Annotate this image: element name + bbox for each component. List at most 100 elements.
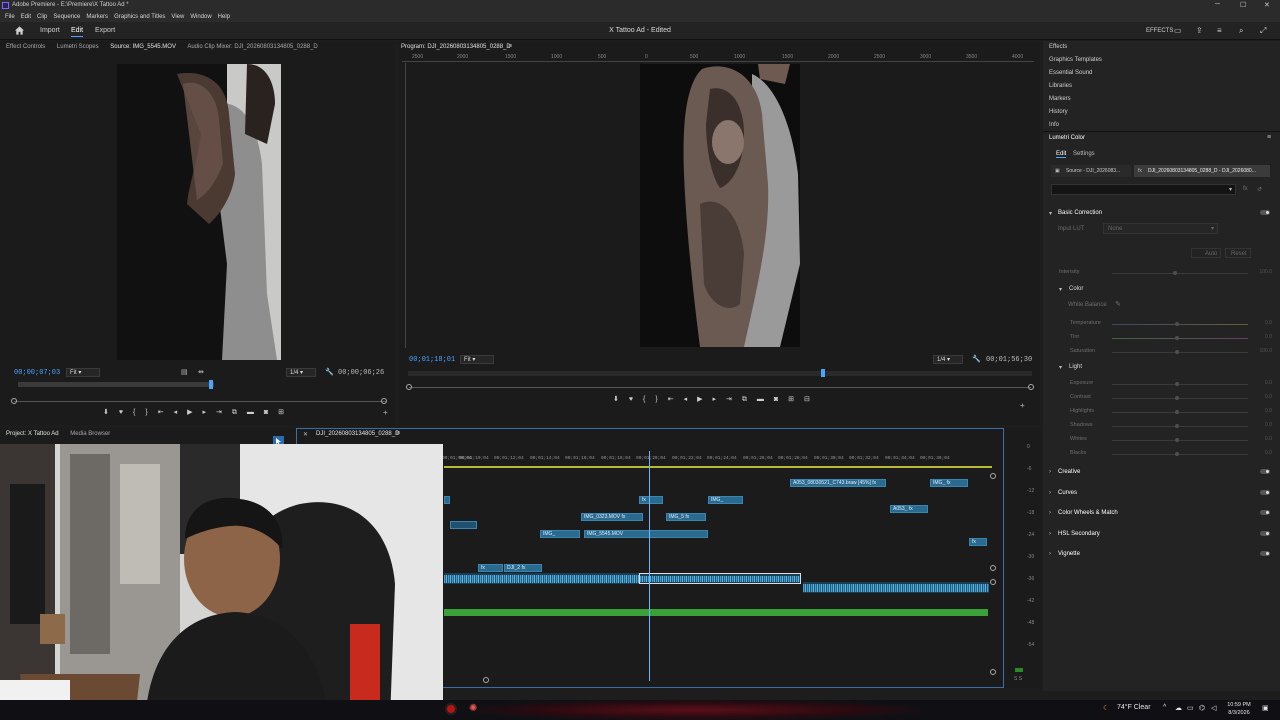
source-mini-ruler[interactable] — [18, 382, 214, 387]
source-playhead[interactable] — [209, 380, 213, 389]
whites-slider[interactable]: Whites 0.0 — [1057, 436, 1272, 444]
menu-icon[interactable]: ≡ — [1217, 26, 1222, 35]
tab-effect-controls[interactable]: Effect Controls — [6, 44, 45, 50]
slider-value[interactable]: 0.0 — [1265, 408, 1272, 414]
slider-knob[interactable] — [1173, 271, 1177, 275]
play-icon[interactable]: ▶ — [187, 408, 192, 416]
reset-button[interactable]: Reset — [1225, 248, 1251, 258]
scroll-handle[interactable] — [990, 473, 996, 479]
weather-icon[interactable]: ☾ — [1103, 704, 1109, 712]
source-zoom-bar[interactable] — [14, 401, 386, 402]
lumetri-preset-dropdown[interactable]: ▾ — [1051, 184, 1236, 195]
timeline-clip[interactable] — [450, 521, 477, 529]
comparison-view-icon[interactable]: ⊞ — [788, 395, 794, 403]
program-zoom-handle-left[interactable] — [406, 384, 412, 390]
slider-knob[interactable] — [1175, 350, 1179, 354]
tint-slider[interactable]: Tint 0.0 — [1057, 334, 1272, 342]
chevron-right-icon[interactable]: › — [1049, 551, 1051, 557]
menu-file[interactable]: File — [5, 14, 15, 20]
slider-knob[interactable] — [1175, 336, 1179, 340]
curves-toggle[interactable] — [1260, 490, 1270, 495]
maximize-button[interactable]: ☐ — [1240, 1, 1246, 9]
effects-workspace-button[interactable]: EFFECTS — [1146, 28, 1173, 34]
chevron-down-icon[interactable]: ▾ — [1059, 364, 1062, 371]
export-frame-icon[interactable]: ◙ — [264, 409, 268, 416]
slider-value[interactable]: 0.0 — [1265, 320, 1272, 326]
timeline-clip[interactable]: IMG_ fx — [930, 479, 968, 487]
slider-knob[interactable] — [1175, 382, 1179, 386]
add-marker-icon[interactable]: ♥ — [119, 409, 123, 416]
menu-markers[interactable]: Markers — [86, 14, 108, 20]
slider-knob[interactable] — [1175, 322, 1179, 326]
timeline-clip[interactable]: fx — [478, 564, 503, 572]
lumetri-tab-edit[interactable]: Edit — [1056, 151, 1067, 158]
insert-icon[interactable]: ⇹ — [198, 368, 204, 376]
mark-out-icon[interactable]: } — [145, 409, 147, 416]
panel-icon[interactable]: ▭ — [1174, 26, 1182, 35]
close-button[interactable]: ✕ — [1264, 1, 1270, 9]
step-back-icon[interactable]: ◂ — [684, 395, 688, 403]
tab-project[interactable]: Project: X Tattoo Ad — [6, 431, 59, 437]
shadows-slider[interactable]: Shadows 0.0 — [1057, 422, 1272, 430]
button-editor-icon[interactable]: ⊞ — [278, 408, 284, 416]
panel-info[interactable]: Info — [1049, 122, 1059, 128]
settings-list-icon[interactable]: ▤ — [181, 368, 188, 376]
app-burst-icon[interactable]: ✺ — [469, 703, 477, 714]
reset-icon[interactable]: ↺ — [1257, 186, 1262, 193]
temperature-slider[interactable]: Temperature 0.0 — [1057, 320, 1272, 328]
timeline-playhead[interactable] — [649, 451, 650, 681]
sequence-tab[interactable]: DJI_20260803134805_0288_D — [316, 431, 399, 437]
lift-icon[interactable]: ⧉ — [742, 396, 747, 404]
slider-value[interactable]: 100.0 — [1259, 269, 1272, 275]
panel-essential-sound[interactable]: Essential Sound — [1049, 70, 1092, 76]
timeline-clip[interactable]: DJI_2 fx — [504, 564, 542, 572]
tray-overflow-icon[interactable]: ^ — [1163, 704, 1166, 711]
timeline-clip[interactable]: IMG_ — [708, 496, 743, 504]
go-to-in-icon[interactable]: ⇤ — [668, 395, 674, 403]
clock-time[interactable]: 10:59 PM — [1224, 702, 1254, 708]
panel-history[interactable]: History — [1049, 109, 1068, 115]
chevron-down-icon[interactable]: ▾ — [1059, 286, 1062, 293]
menu-window[interactable]: Window — [190, 14, 211, 20]
program-timecode-current[interactable]: 00;01;18;01 — [409, 356, 455, 364]
wrench-icon[interactable]: 🔧 — [972, 355, 981, 363]
go-to-in-icon[interactable]: ⇤ — [158, 408, 164, 416]
basic-correction-header[interactable]: Basic Correction — [1058, 210, 1102, 216]
wrench-icon[interactable]: 🔧 — [325, 368, 334, 376]
tab-lumetri-scopes[interactable]: Lumetri Scopes — [57, 44, 99, 50]
menu-view[interactable]: View — [171, 14, 184, 20]
hsl-secondary-toggle[interactable] — [1260, 531, 1270, 536]
panel-effects[interactable]: Effects — [1049, 44, 1067, 50]
menu-edit[interactable]: Edit — [21, 14, 31, 20]
slider-value[interactable]: 0.0 — [1265, 394, 1272, 400]
proxy-toggle-icon[interactable]: ⊟ — [804, 395, 810, 403]
fx-toggle-icon[interactable]: fx — [1243, 186, 1248, 192]
panel-menu-icon[interactable]: ≡ — [396, 430, 400, 437]
network-icon[interactable]: ⌬ — [1199, 704, 1205, 712]
exposure-slider[interactable]: Exposure 0.0 — [1057, 380, 1272, 388]
audio-clip[interactable] — [803, 582, 989, 593]
add-button-icon[interactable]: + — [1020, 401, 1025, 410]
program-zoom-dropdown[interactable]: Fit ▾ — [460, 355, 494, 364]
record-app-icon[interactable] — [445, 703, 457, 715]
chevron-right-icon[interactable]: › — [1049, 531, 1051, 537]
color-section-header[interactable]: Color — [1069, 286, 1083, 292]
step-forward-icon[interactable]: ▸ — [713, 395, 717, 403]
scroll-handle[interactable] — [990, 579, 996, 585]
timeline-clip[interactable]: fx — [639, 496, 663, 504]
timeline-ruler[interactable]: 00;01;08;04 00;01;10;04 00;01;12;04 00;0… — [442, 454, 992, 468]
slider-knob[interactable] — [1175, 452, 1179, 456]
lumetri-source-tab[interactable]: ▣ Source - DJI_2026083... — [1051, 165, 1131, 177]
program-playhead[interactable] — [821, 369, 825, 377]
hsl-secondary-section[interactable]: HSL Secondary — [1058, 531, 1100, 537]
chevron-right-icon[interactable]: › — [1049, 469, 1051, 475]
creative-section[interactable]: Creative — [1058, 469, 1080, 475]
marker-icon[interactable]: ⬇ — [103, 408, 109, 416]
play-icon[interactable]: ▶ — [697, 395, 702, 403]
timeline-clip[interactable]: A053_08030521_C743.braw [45%] fx — [790, 479, 886, 487]
mark-out-icon[interactable]: } — [655, 396, 657, 403]
timeline-clip[interactable]: IMG_0323.MOV fx — [581, 513, 643, 521]
input-lut-dropdown[interactable]: None ▾ — [1103, 223, 1218, 234]
music-track[interactable] — [444, 609, 988, 616]
lumetri-tab-settings[interactable]: Settings — [1073, 151, 1095, 157]
